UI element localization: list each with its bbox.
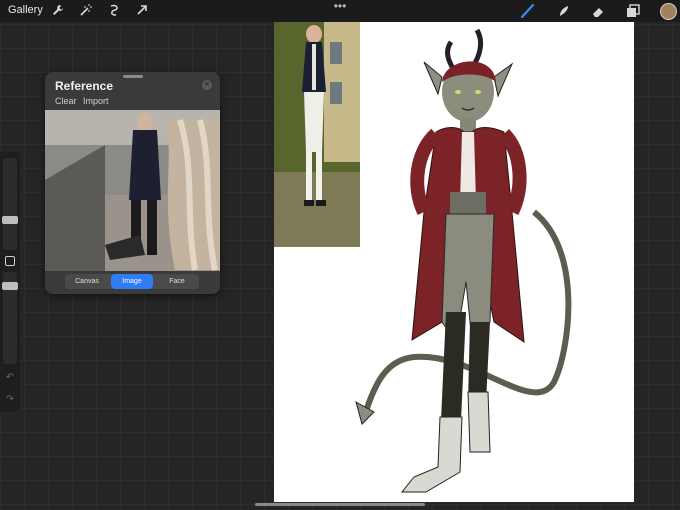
redo-icon[interactable]: ↷	[4, 394, 16, 406]
modify-button[interactable]	[5, 256, 15, 266]
close-icon[interactable]: ✕	[202, 80, 212, 90]
reference-image[interactable]	[45, 110, 220, 271]
more-options-icon[interactable]: •••	[332, 0, 348, 12]
selection-icon[interactable]	[106, 3, 122, 19]
left-sidebar: ↶ ↷	[0, 152, 20, 412]
smudge-icon[interactable]	[556, 3, 572, 19]
panel-grabber[interactable]	[123, 75, 143, 78]
segment-face[interactable]: Face	[155, 274, 199, 289]
reference-mode-segmented-control: Canvas Image Face	[65, 274, 199, 289]
drawing-canvas[interactable]	[274, 22, 634, 502]
color-picker-swatch[interactable]	[660, 3, 677, 20]
eraser-icon[interactable]	[590, 3, 606, 19]
segment-canvas[interactable]: Canvas	[65, 274, 109, 289]
segment-image[interactable]: Image	[111, 274, 153, 289]
gallery-button[interactable]: Gallery	[8, 4, 43, 16]
reference-panel[interactable]: Reference ✕ Clear Import Canvas Image Fa…	[45, 72, 220, 294]
undo-icon[interactable]: ↶	[4, 372, 16, 384]
canvas-reference-photo	[274, 22, 360, 247]
clear-button[interactable]: Clear	[55, 96, 77, 106]
character-drawing	[355, 28, 572, 493]
reference-title: Reference	[55, 79, 114, 93]
opacity-thumb[interactable]	[2, 282, 18, 290]
top-toolbar: Gallery •••	[0, 0, 680, 22]
home-indicator[interactable]	[255, 503, 425, 506]
brush-icon[interactable]	[520, 3, 536, 19]
wrench-icon[interactable]	[50, 3, 66, 19]
brush-size-thumb[interactable]	[2, 216, 18, 224]
brush-size-slider[interactable]	[3, 158, 17, 250]
magic-wand-icon[interactable]	[78, 3, 94, 19]
layers-icon[interactable]	[625, 3, 641, 19]
import-button[interactable]: Import	[83, 96, 109, 106]
transform-arrow-icon[interactable]	[134, 3, 150, 19]
